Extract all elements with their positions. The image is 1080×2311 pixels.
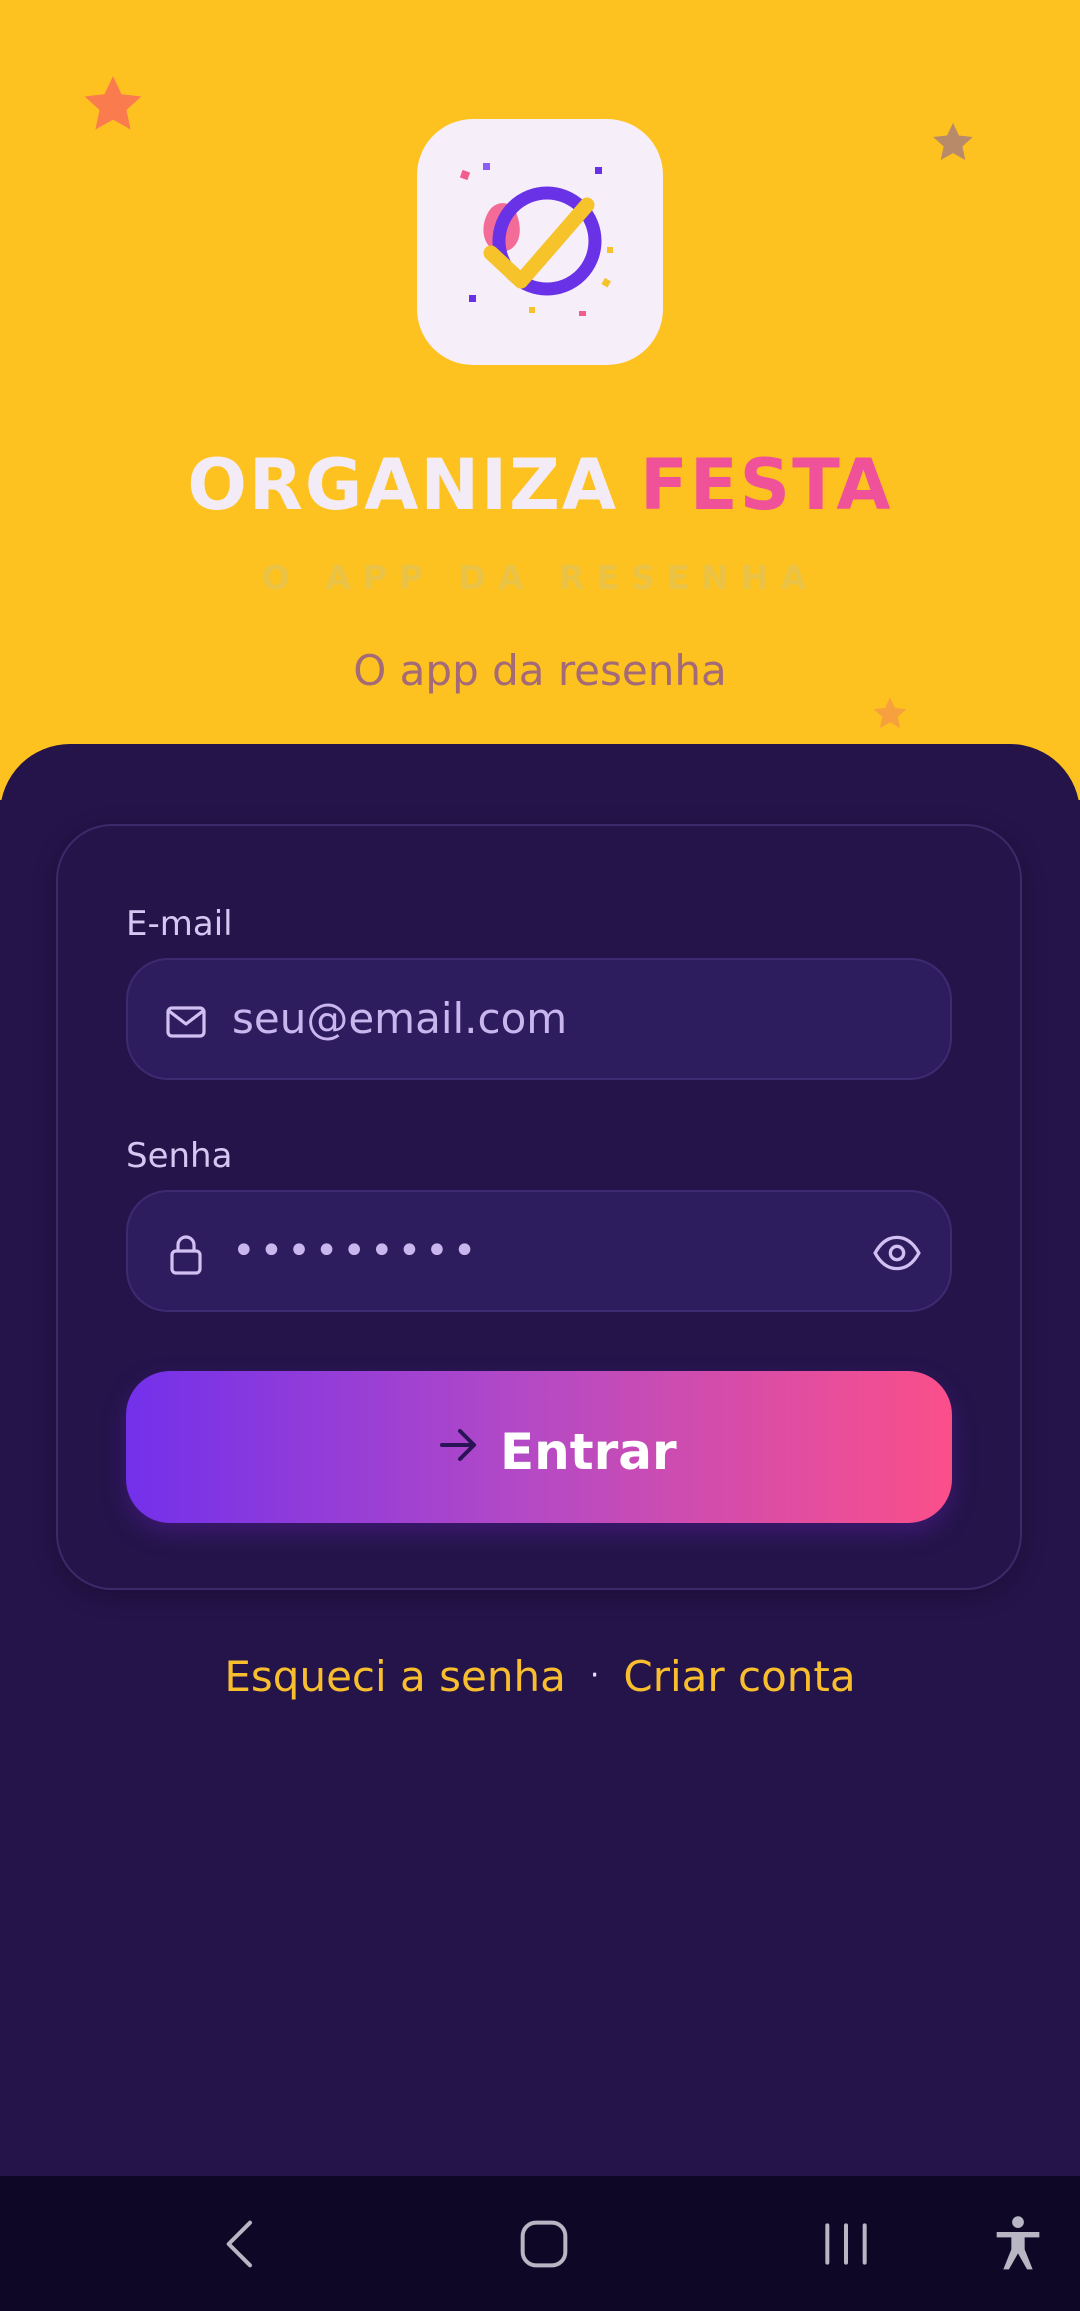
mail-icon xyxy=(166,1006,206,1038)
login-button[interactable]: Entrar xyxy=(126,1371,952,1523)
email-input[interactable]: seu@email.com xyxy=(232,960,567,1078)
accessibility-icon[interactable] xyxy=(986,2212,1050,2276)
tagline-caps: O APP DA RESENHA xyxy=(261,558,819,597)
lock-icon xyxy=(170,1235,202,1275)
app-title-word-2: FESTA xyxy=(640,444,893,526)
password-label: Senha xyxy=(126,1136,233,1176)
create-account-link[interactable]: Criar conta xyxy=(623,1652,855,1701)
app-logo xyxy=(417,119,663,365)
email-field[interactable]: seu@email.com xyxy=(126,958,952,1080)
links-separator: · xyxy=(589,1658,600,1693)
recents-icon[interactable] xyxy=(814,2212,878,2276)
password-input[interactable]: ••••••••• xyxy=(232,1192,480,1310)
tagline: O app da resenha xyxy=(353,646,727,695)
password-field[interactable]: ••••••••• xyxy=(126,1190,952,1312)
forgot-password-link[interactable]: Esqueci a senha xyxy=(224,1652,565,1701)
party-checkmark-logo-icon xyxy=(459,163,613,316)
star-decoration-icon xyxy=(84,76,142,130)
back-icon[interactable] xyxy=(210,2212,274,2276)
app-title-word-1: ORGANIZA xyxy=(187,444,619,526)
star-decoration-icon xyxy=(933,122,973,161)
system-navigation-bar xyxy=(0,2176,1080,2311)
hero-banner: ORGANIZA FESTA O APP DA RESENHA O app da … xyxy=(0,0,1080,800)
star-decoration-icon xyxy=(873,697,907,729)
auth-links: Esqueci a senha · Criar conta xyxy=(0,1646,1080,1707)
home-icon[interactable] xyxy=(512,2212,576,2276)
email-label: E-mail xyxy=(126,904,233,944)
app-title: ORGANIZA FESTA xyxy=(0,440,1080,530)
eye-icon[interactable] xyxy=(872,1228,922,1278)
login-button-label: Entrar xyxy=(500,1423,677,1481)
arrow-right-icon xyxy=(440,1429,476,1461)
